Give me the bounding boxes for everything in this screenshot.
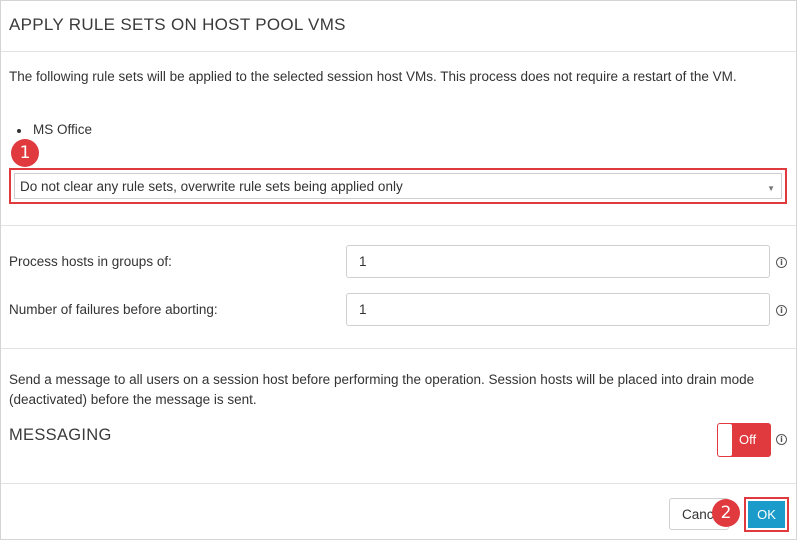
group-size-label: Process hosts in groups of: <box>9 254 172 269</box>
step-1-badge: 1 <box>11 139 39 167</box>
divider <box>1 483 796 484</box>
messaging-description: Send a message to all users on a session… <box>9 372 755 407</box>
divider <box>1 225 796 226</box>
messaging-toggle[interactable]: Off <box>717 423 771 457</box>
description-text: The following rule sets will be applied … <box>9 69 737 84</box>
clear-mode-select[interactable]: Do not clear any rule sets, overwrite ru… <box>14 173 782 199</box>
toggle-knob <box>718 424 732 456</box>
divider <box>1 348 796 349</box>
clear-mode-select-value: Do not clear any rule sets, overwrite ru… <box>20 178 403 194</box>
ok-button-highlight: OK <box>744 497 789 532</box>
divider <box>1 51 796 52</box>
info-icon[interactable]: i <box>776 434 787 445</box>
ok-button[interactable]: OK <box>748 501 785 528</box>
group-size-input[interactable] <box>346 245 770 278</box>
apply-rule-sets-dialog: APPLY RULE SETS ON HOST POOL VMS The fol… <box>0 0 797 540</box>
toggle-state-label: Off <box>739 432 757 447</box>
failures-label: Number of failures before aborting: <box>9 302 218 317</box>
failures-input[interactable] <box>346 293 770 326</box>
rule-set-item: MS Office <box>17 122 92 137</box>
step-2-badge: 2 <box>712 499 740 527</box>
dialog-title: APPLY RULE SETS ON HOST POOL VMS <box>9 15 346 34</box>
caret-down-icon: ▼ <box>767 184 775 193</box>
info-icon[interactable]: i <box>776 305 787 316</box>
messaging-title: MESSAGING <box>9 426 112 444</box>
rule-set-list: MS Office <box>17 122 92 137</box>
mode-select-highlight: Do not clear any rule sets, overwrite ru… <box>9 168 787 204</box>
info-icon[interactable]: i <box>776 257 787 268</box>
